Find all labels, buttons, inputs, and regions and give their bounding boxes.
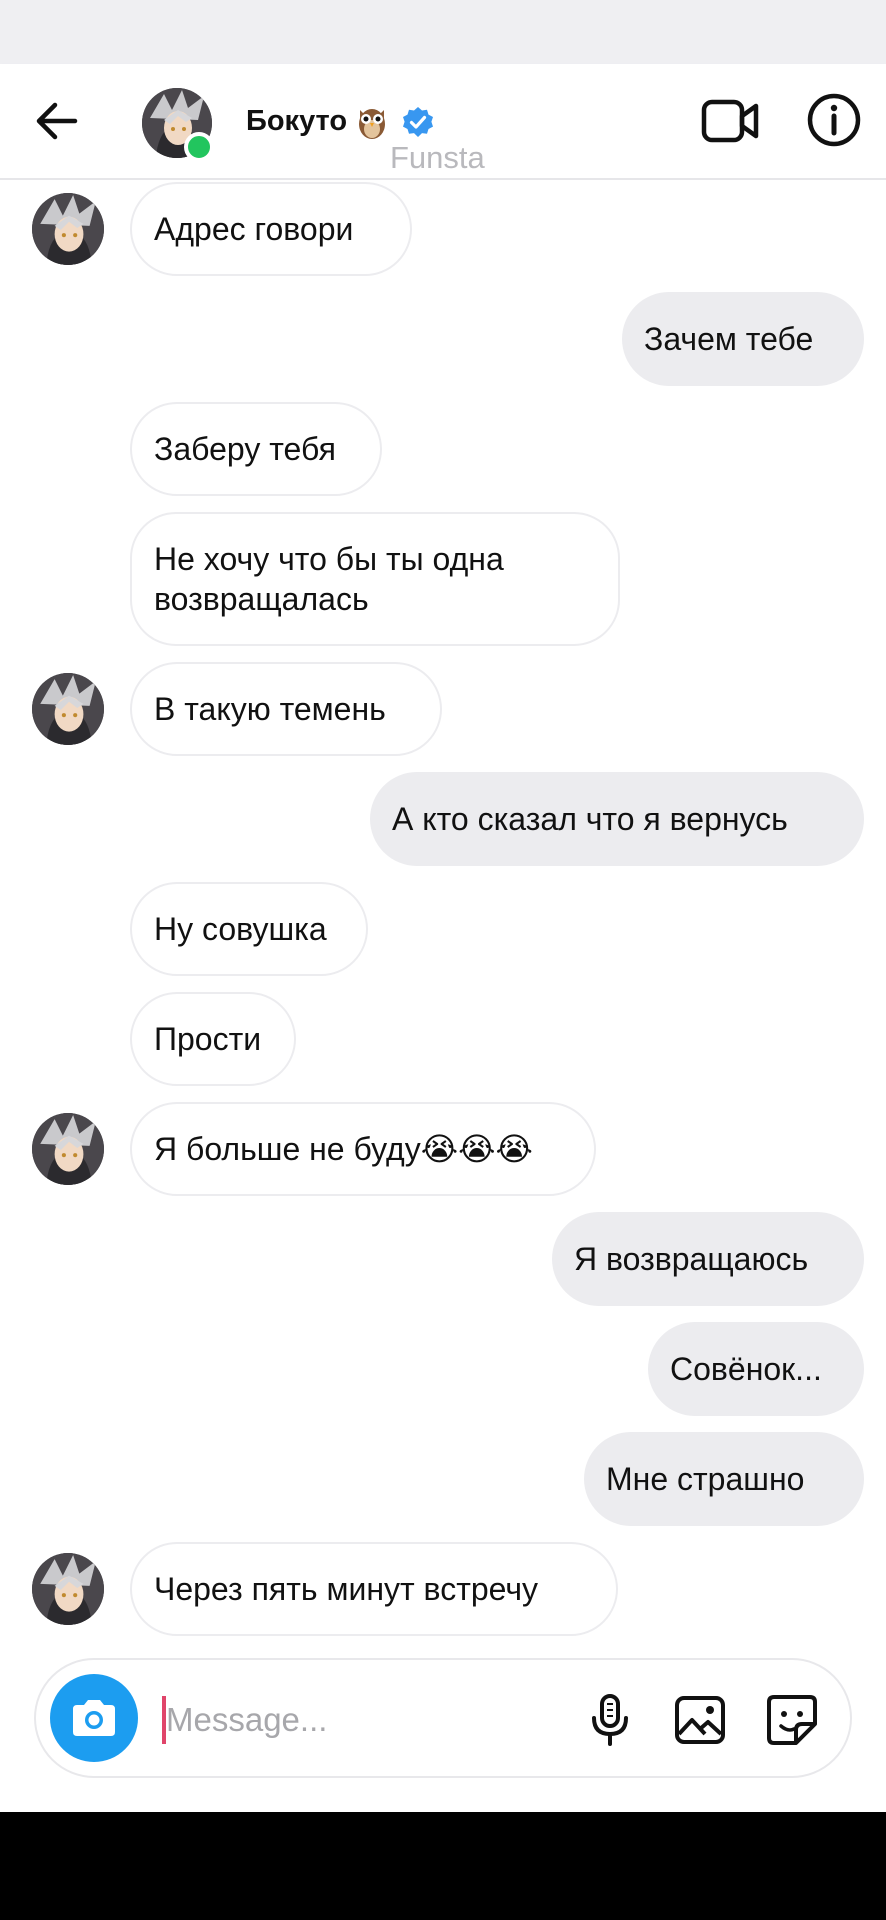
video-call-button[interactable]: [700, 94, 760, 148]
sticker-button[interactable]: [764, 1692, 820, 1748]
arrow-left-icon: [36, 102, 78, 140]
sender-avatar[interactable]: [32, 673, 104, 745]
back-button[interactable]: [30, 94, 84, 148]
incoming-message[interactable]: Заберу тебя: [130, 402, 382, 496]
incoming-message[interactable]: Через пять минут встречу: [130, 1542, 618, 1636]
sender-avatar[interactable]: [32, 1113, 104, 1185]
camera-icon: [73, 1700, 115, 1736]
outgoing-message[interactable]: Зачем тебе: [622, 292, 864, 386]
info-icon: [807, 93, 861, 147]
verified-badge-icon: [403, 107, 433, 137]
contact-name[interactable]: Бокуто: [246, 105, 347, 138]
incoming-message[interactable]: В такую темень: [130, 662, 442, 756]
owl-emoji-icon: [359, 109, 385, 139]
incoming-message[interactable]: Не хочу что бы ты одна возвращалась: [130, 512, 620, 646]
video-call-icon: [701, 99, 759, 143]
message-thread: Адрес говори Зачем тебе Заберу тебя Не хочу…: [0, 180, 886, 1636]
incoming-message[interactable]: Прости: [130, 992, 296, 1086]
message-input[interactable]: [166, 1690, 546, 1750]
outgoing-message[interactable]: Совёнок...: [648, 1322, 864, 1416]
outgoing-message[interactable]: А кто сказал что я вернусь: [370, 772, 864, 866]
voice-message-button[interactable]: [582, 1692, 638, 1748]
incoming-message[interactable]: Ну совушка: [130, 882, 368, 976]
outgoing-message[interactable]: Я возвращаюсь: [552, 1212, 864, 1306]
online-status-dot: [184, 132, 214, 162]
image-icon: [675, 1696, 725, 1744]
gallery-button[interactable]: [672, 1692, 728, 1748]
incoming-message[interactable]: Адрес говори: [130, 182, 412, 276]
sender-avatar[interactable]: [32, 193, 104, 265]
info-button[interactable]: [806, 92, 862, 148]
camera-button[interactable]: [50, 1674, 138, 1762]
outgoing-message[interactable]: Мне страшно: [584, 1432, 864, 1526]
sticker-icon: [767, 1695, 817, 1745]
sender-avatar[interactable]: [32, 1553, 104, 1625]
incoming-message[interactable]: Я больше не буду😭😭😭: [130, 1102, 596, 1196]
chat-header: Бокуто Funsta: [0, 64, 886, 180]
status-bar: [0, 0, 886, 64]
watermark-label: Funsta: [390, 140, 485, 175]
system-navigation-bar: [0, 1812, 886, 1920]
message-composer: [34, 1658, 852, 1778]
microphone-icon: [592, 1694, 628, 1746]
